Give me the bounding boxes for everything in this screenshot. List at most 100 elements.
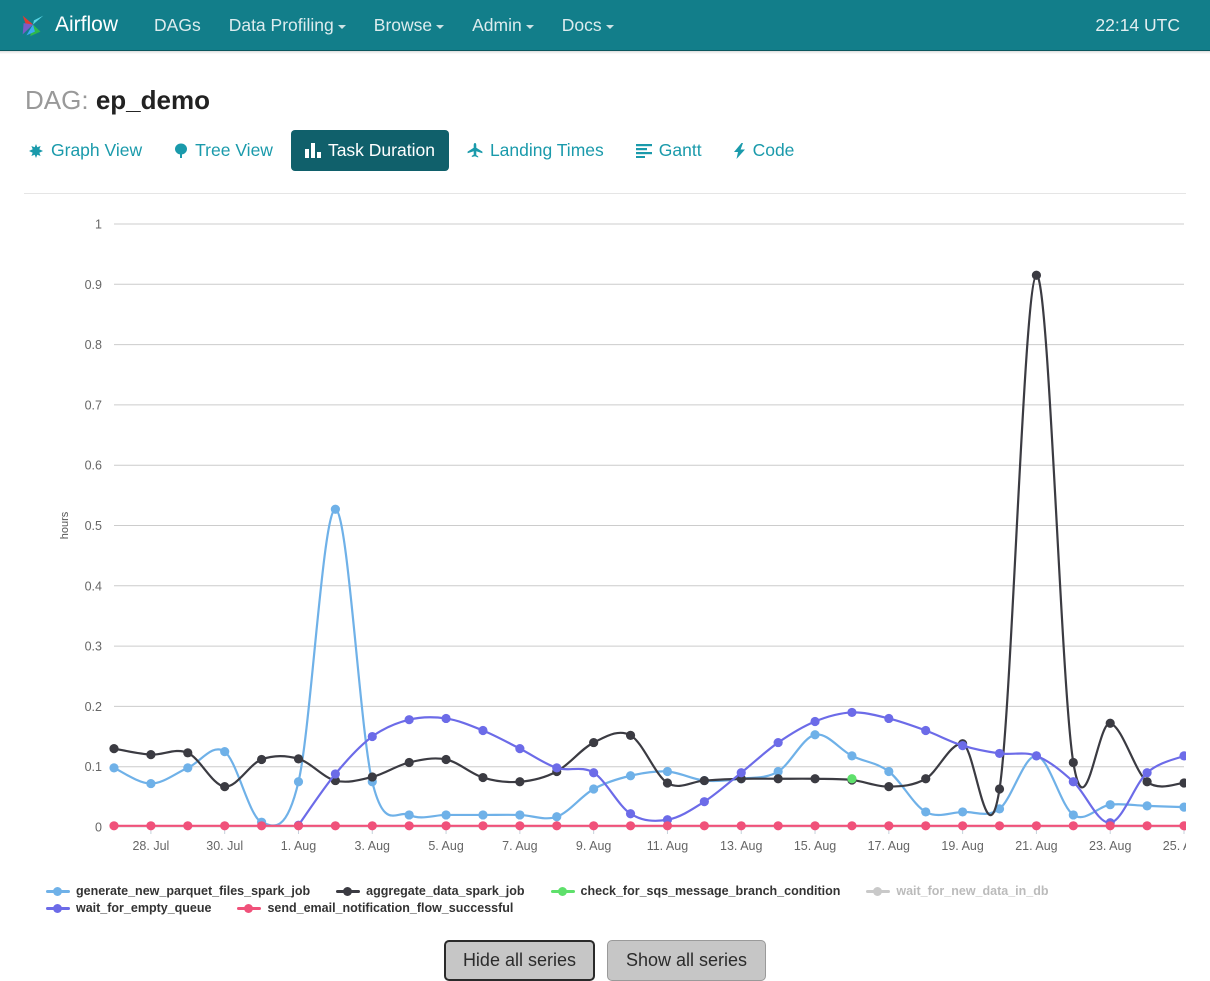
series-data-point[interactable] xyxy=(146,821,156,831)
series-data-point[interactable] xyxy=(589,821,599,831)
series-data-point[interactable] xyxy=(1068,821,1078,831)
series-data-point[interactable] xyxy=(330,821,340,831)
series-data-point[interactable] xyxy=(589,784,599,794)
series-data-point[interactable] xyxy=(773,774,783,784)
series-data-point[interactable] xyxy=(441,810,451,820)
series-data-point[interactable] xyxy=(884,713,894,724)
series-data-point[interactable] xyxy=(293,821,304,831)
series-data-point[interactable] xyxy=(183,748,193,758)
tab-code[interactable]: Code xyxy=(720,130,809,171)
series-data-point[interactable] xyxy=(478,772,488,783)
series-data-point[interactable] xyxy=(662,766,673,777)
series-data-point[interactable] xyxy=(1031,270,1042,280)
series-data-point[interactable] xyxy=(220,747,230,757)
legend-item[interactable]: generate_new_parquet_files_spark_job xyxy=(46,884,310,898)
series-data-point[interactable] xyxy=(847,774,857,784)
series-data-point[interactable] xyxy=(958,740,968,751)
series-data-point[interactable] xyxy=(146,778,156,789)
series-data-point[interactable] xyxy=(958,821,968,831)
series-data-point[interactable] xyxy=(183,763,193,773)
tab-graph-view[interactable]: Graph View xyxy=(14,130,156,171)
series-data-point[interactable] xyxy=(736,821,746,831)
series-data-point[interactable] xyxy=(699,821,709,831)
series-data-point[interactable] xyxy=(367,821,377,831)
legend-item[interactable]: wait_for_empty_queue xyxy=(46,901,211,915)
series-data-point[interactable] xyxy=(330,769,340,779)
series-data-point[interactable] xyxy=(1068,777,1078,787)
series-data-point[interactable] xyxy=(367,772,377,782)
tab-landing-times[interactable]: Landing Times xyxy=(453,130,618,171)
series-data-point[interactable] xyxy=(1179,751,1186,761)
series-data-point[interactable] xyxy=(736,768,746,778)
series-data-point[interactable] xyxy=(441,713,451,724)
series-data-point[interactable] xyxy=(515,810,525,820)
task-duration-chart[interactable]: 0 0.1 0.2 0.3 0.4 0.5 0.6 0.7 0.8 0.9 1 hours 28. Ju… xyxy=(24,202,1186,882)
series-data-point[interactable] xyxy=(1142,777,1152,787)
legend-item[interactable]: send_email_notification_flow_successful xyxy=(237,901,513,915)
series-data-point[interactable] xyxy=(625,821,636,831)
series-data-point[interactable] xyxy=(921,821,931,831)
series-data-point[interactable] xyxy=(1031,821,1042,831)
series-data-point[interactable] xyxy=(330,504,340,514)
series-data-point[interactable] xyxy=(404,757,414,768)
series-data-point[interactable] xyxy=(810,716,820,727)
legend-item[interactable]: wait_for_new_data_in_db xyxy=(866,884,1048,898)
series-data-point[interactable] xyxy=(958,807,968,817)
series-data-point[interactable] xyxy=(183,821,193,831)
series-data-point[interactable] xyxy=(256,821,267,831)
series-data-point[interactable] xyxy=(552,821,562,831)
series-data-point[interactable] xyxy=(1142,821,1152,831)
series-data-point[interactable] xyxy=(810,821,820,831)
nav-item-docs[interactable]: Docs xyxy=(548,9,628,42)
hide-all-series-button[interactable]: Hide all series xyxy=(443,940,595,981)
series-data-point[interactable] xyxy=(404,810,414,820)
series-data-point[interactable] xyxy=(478,821,488,831)
tab-gantt[interactable]: Gantt xyxy=(622,130,716,171)
nav-item-data-profiling[interactable]: Data Profiling xyxy=(215,9,360,42)
series-data-point[interactable] xyxy=(884,821,894,831)
series-data-point[interactable] xyxy=(367,731,377,742)
series-data-point[interactable] xyxy=(1031,751,1042,761)
series-data-point[interactable] xyxy=(1142,801,1152,811)
series-data-point[interactable] xyxy=(994,784,1005,794)
series-data-point[interactable] xyxy=(1068,810,1078,820)
show-all-series-button[interactable]: Show all series xyxy=(606,940,767,981)
series-data-point[interactable] xyxy=(1179,821,1186,831)
series-data-point[interactable] xyxy=(994,821,1005,831)
series-data-point[interactable] xyxy=(847,751,857,761)
legend-item[interactable]: aggregate_data_spark_job xyxy=(336,884,525,898)
series-data-point[interactable] xyxy=(1105,800,1115,810)
series-data-point[interactable] xyxy=(1142,768,1152,778)
series-data-point[interactable] xyxy=(220,821,230,831)
series-data-point[interactable] xyxy=(515,821,525,831)
series-data-point[interactable] xyxy=(146,750,156,760)
series-data-point[interactable] xyxy=(1179,778,1186,788)
series-data-point[interactable] xyxy=(478,725,488,736)
tab-task-duration[interactable]: Task Duration xyxy=(290,130,449,171)
tab-tree-view[interactable]: Tree View xyxy=(160,130,287,171)
nav-item-browse[interactable]: Browse xyxy=(360,9,458,42)
series-data-point[interactable] xyxy=(994,748,1005,759)
nav-item-admin[interactable]: Admin xyxy=(458,9,548,42)
series-data-point[interactable] xyxy=(220,781,230,792)
series-data-point[interactable] xyxy=(884,781,894,792)
series-data-point[interactable] xyxy=(921,774,931,784)
series-data-point[interactable] xyxy=(293,777,304,787)
series-data-point[interactable] xyxy=(109,763,119,773)
series-data-point[interactable] xyxy=(109,744,119,754)
series-data-point[interactable] xyxy=(662,821,673,831)
series-data-point[interactable] xyxy=(589,737,599,748)
series-data-point[interactable] xyxy=(625,730,636,740)
series-data-point[interactable] xyxy=(810,730,820,740)
airflow-brand-link[interactable]: Airflow xyxy=(18,10,118,40)
series-data-point[interactable] xyxy=(773,737,783,748)
series-data-point[interactable] xyxy=(441,821,451,831)
series-data-point[interactable] xyxy=(699,775,709,786)
series-data-point[interactable] xyxy=(441,754,451,765)
series-data-point[interactable] xyxy=(810,774,820,784)
series-data-point[interactable] xyxy=(1105,821,1115,831)
series-data-point[interactable] xyxy=(589,768,599,778)
series-data-point[interactable] xyxy=(256,754,267,765)
series-data-point[interactable] xyxy=(404,715,414,725)
series-data-point[interactable] xyxy=(293,754,304,764)
